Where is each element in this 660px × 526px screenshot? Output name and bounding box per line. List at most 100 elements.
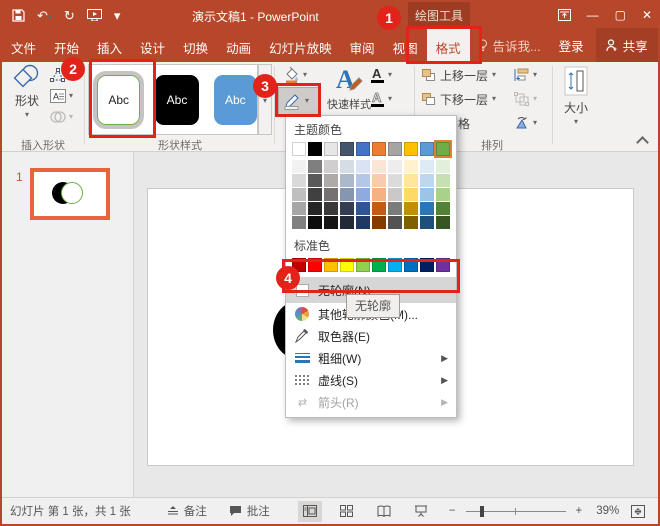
color-swatch[interactable] [436, 142, 450, 156]
color-swatch[interactable] [340, 160, 354, 173]
merge-shapes-button[interactable]: ▾ [50, 107, 73, 127]
fit-to-window-button[interactable] [631, 505, 645, 518]
color-swatch[interactable] [436, 216, 450, 229]
color-swatch[interactable] [372, 188, 386, 201]
color-swatch[interactable] [308, 188, 322, 201]
color-swatch[interactable] [356, 160, 370, 173]
color-swatch[interactable] [308, 258, 322, 272]
color-swatch[interactable] [340, 174, 354, 187]
maximize-button[interactable]: ▢ [615, 8, 626, 22]
color-swatch[interactable] [356, 174, 370, 187]
rotate-button[interactable]: ▾ [514, 113, 537, 133]
reading-view-button[interactable] [372, 501, 396, 522]
color-swatch[interactable] [420, 216, 434, 229]
color-swatch[interactable] [404, 258, 418, 272]
color-swatch[interactable] [420, 160, 434, 173]
sign-in-button[interactable]: 登录 [551, 36, 592, 55]
color-swatch[interactable] [388, 174, 402, 187]
color-swatch[interactable] [308, 142, 322, 156]
slide-sorter-view-button[interactable] [335, 501, 359, 522]
color-swatch[interactable] [436, 202, 450, 215]
shape-outline-button[interactable]: ▾ [278, 87, 320, 115]
tab-format[interactable]: 格式 [427, 28, 470, 62]
ribbon-display-options-icon[interactable] [558, 9, 571, 21]
color-swatch[interactable] [324, 174, 338, 187]
tab-home[interactable]: 开始 [45, 28, 88, 62]
bring-forward-button[interactable]: 上移一层 ▾ [422, 65, 496, 85]
zoom-out-button[interactable]: − [449, 505, 456, 517]
color-swatch[interactable] [308, 202, 322, 215]
color-swatch[interactable] [340, 188, 354, 201]
menu-item-eyedropper[interactable]: 取色器(E) [286, 325, 456, 347]
save-icon[interactable] [12, 9, 25, 22]
color-swatch[interactable] [420, 258, 434, 272]
color-swatch[interactable] [324, 202, 338, 215]
color-swatch[interactable] [388, 202, 402, 215]
color-swatch[interactable] [292, 142, 306, 156]
zoom-slider-handle[interactable] [480, 506, 484, 517]
color-swatch[interactable] [404, 142, 418, 156]
color-swatch[interactable] [308, 160, 322, 173]
color-swatch[interactable] [388, 188, 402, 201]
color-swatch[interactable] [292, 160, 306, 173]
shape-fill-button[interactable]: ▾ [279, 64, 321, 86]
color-swatch[interactable] [420, 188, 434, 201]
color-swatch[interactable] [292, 202, 306, 215]
color-swatch[interactable] [372, 202, 386, 215]
tab-transitions[interactable]: 切换 [174, 28, 217, 62]
tab-file[interactable]: 文件 [2, 28, 45, 62]
color-swatch[interactable] [404, 160, 418, 173]
minimize-button[interactable]: — [587, 8, 599, 22]
redo-icon[interactable]: ↻ [64, 9, 75, 22]
color-swatch[interactable] [420, 202, 434, 215]
customize-qat-icon[interactable]: ▾ [114, 9, 121, 22]
color-swatch[interactable] [324, 142, 338, 156]
tab-review[interactable]: 审阅 [341, 28, 384, 62]
color-swatch[interactable] [324, 216, 338, 229]
color-swatch[interactable] [292, 216, 306, 229]
shape-style-3[interactable]: Abc [214, 75, 257, 125]
text-box-button[interactable]: A ▾ [50, 86, 73, 106]
color-swatch[interactable] [372, 160, 386, 173]
color-swatch[interactable] [340, 142, 354, 156]
slideshow-view-button[interactable] [409, 501, 433, 522]
color-swatch[interactable] [340, 202, 354, 215]
normal-view-button[interactable] [298, 501, 322, 522]
zoom-in-button[interactable]: + [576, 505, 583, 517]
group-objects-button[interactable]: ▾ [514, 89, 537, 109]
comments-toggle[interactable]: 批注 [229, 503, 270, 519]
menu-item-dashes[interactable]: 虚线(S) ▶ [286, 369, 456, 391]
menu-item-weight[interactable]: 粗细(W) ▶ [286, 347, 456, 369]
align-button[interactable]: ▾ [514, 65, 537, 85]
text-outline-button[interactable]: A ▾ [370, 89, 392, 109]
color-swatch[interactable] [420, 174, 434, 187]
color-swatch[interactable] [388, 160, 402, 173]
undo-icon[interactable]: ↶▾ [37, 9, 52, 22]
shape-style-2[interactable]: Abc [155, 75, 198, 125]
color-swatch[interactable] [372, 216, 386, 229]
tab-slideshow[interactable]: 幻灯片放映 [260, 28, 341, 62]
size-button[interactable]: 大小 ▾ [556, 66, 596, 126]
tab-design[interactable]: 设计 [131, 28, 174, 62]
color-swatch[interactable] [404, 188, 418, 201]
start-slideshow-icon[interactable] [87, 9, 102, 21]
tab-view[interactable]: 视图 [384, 28, 427, 62]
color-swatch[interactable] [404, 174, 418, 187]
color-swatch[interactable] [404, 202, 418, 215]
color-swatch[interactable] [372, 142, 386, 156]
color-swatch[interactable] [308, 174, 322, 187]
color-swatch[interactable] [404, 216, 418, 229]
collapse-ribbon-button[interactable] [638, 138, 647, 147]
share-button[interactable]: 共享 [596, 28, 658, 62]
send-backward-button[interactable]: 下移一层 ▾ [422, 89, 496, 109]
color-swatch[interactable] [292, 174, 306, 187]
color-swatch[interactable] [308, 216, 322, 229]
close-button[interactable]: ✕ [642, 8, 652, 22]
color-swatch[interactable] [420, 142, 434, 156]
color-swatch[interactable] [436, 188, 450, 201]
color-swatch[interactable] [292, 188, 306, 201]
shape-style-1[interactable]: Abc [97, 75, 140, 125]
color-swatch[interactable] [436, 160, 450, 173]
zoom-percentage[interactable]: 39% [596, 505, 619, 517]
color-swatch[interactable] [356, 216, 370, 229]
